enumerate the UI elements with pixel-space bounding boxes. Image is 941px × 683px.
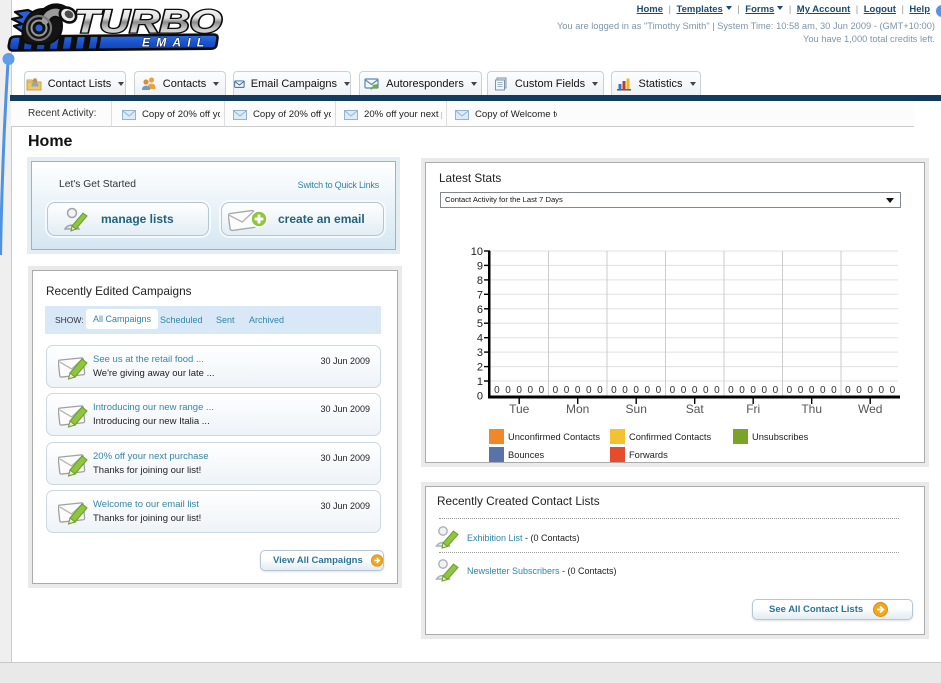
- svg-text:Sun: Sun: [626, 402, 647, 416]
- svg-text:0 0 0 0 0: 0 0 0 0 0: [728, 385, 778, 396]
- svg-text:6: 6: [477, 304, 483, 316]
- svg-text:Thu: Thu: [801, 402, 822, 416]
- svg-text:8: 8: [477, 275, 483, 287]
- svg-text:Tue: Tue: [509, 402, 530, 416]
- svg-text:0 0 0 0 0: 0 0 0 0 0: [611, 385, 661, 396]
- svg-text:5: 5: [477, 318, 483, 330]
- svg-text:0 0 0 0 0: 0 0 0 0 0: [670, 385, 720, 396]
- svg-text:1: 1: [477, 376, 483, 388]
- svg-text:0 0 0 0 0: 0 0 0 0 0: [494, 385, 544, 396]
- svg-text:3: 3: [477, 347, 483, 359]
- svg-text:0 0 0 0 0: 0 0 0 0 0: [553, 385, 603, 396]
- svg-text:10: 10: [471, 246, 483, 258]
- svg-text:7: 7: [477, 289, 483, 301]
- svg-text:Mon: Mon: [566, 402, 589, 416]
- svg-text:9: 9: [477, 260, 483, 272]
- svg-text:2: 2: [477, 362, 483, 374]
- svg-text:0: 0: [477, 390, 483, 402]
- svg-text:0 0 0 0 0: 0 0 0 0 0: [845, 385, 895, 396]
- svg-text:Sat: Sat: [686, 402, 705, 416]
- svg-text:TURBO: TURBO: [74, 4, 222, 40]
- svg-text:0 0 0 0 0: 0 0 0 0 0: [787, 385, 837, 396]
- svg-text:4: 4: [477, 333, 483, 345]
- svg-text:Wed: Wed: [858, 402, 882, 416]
- svg-text:Fri: Fri: [746, 402, 760, 416]
